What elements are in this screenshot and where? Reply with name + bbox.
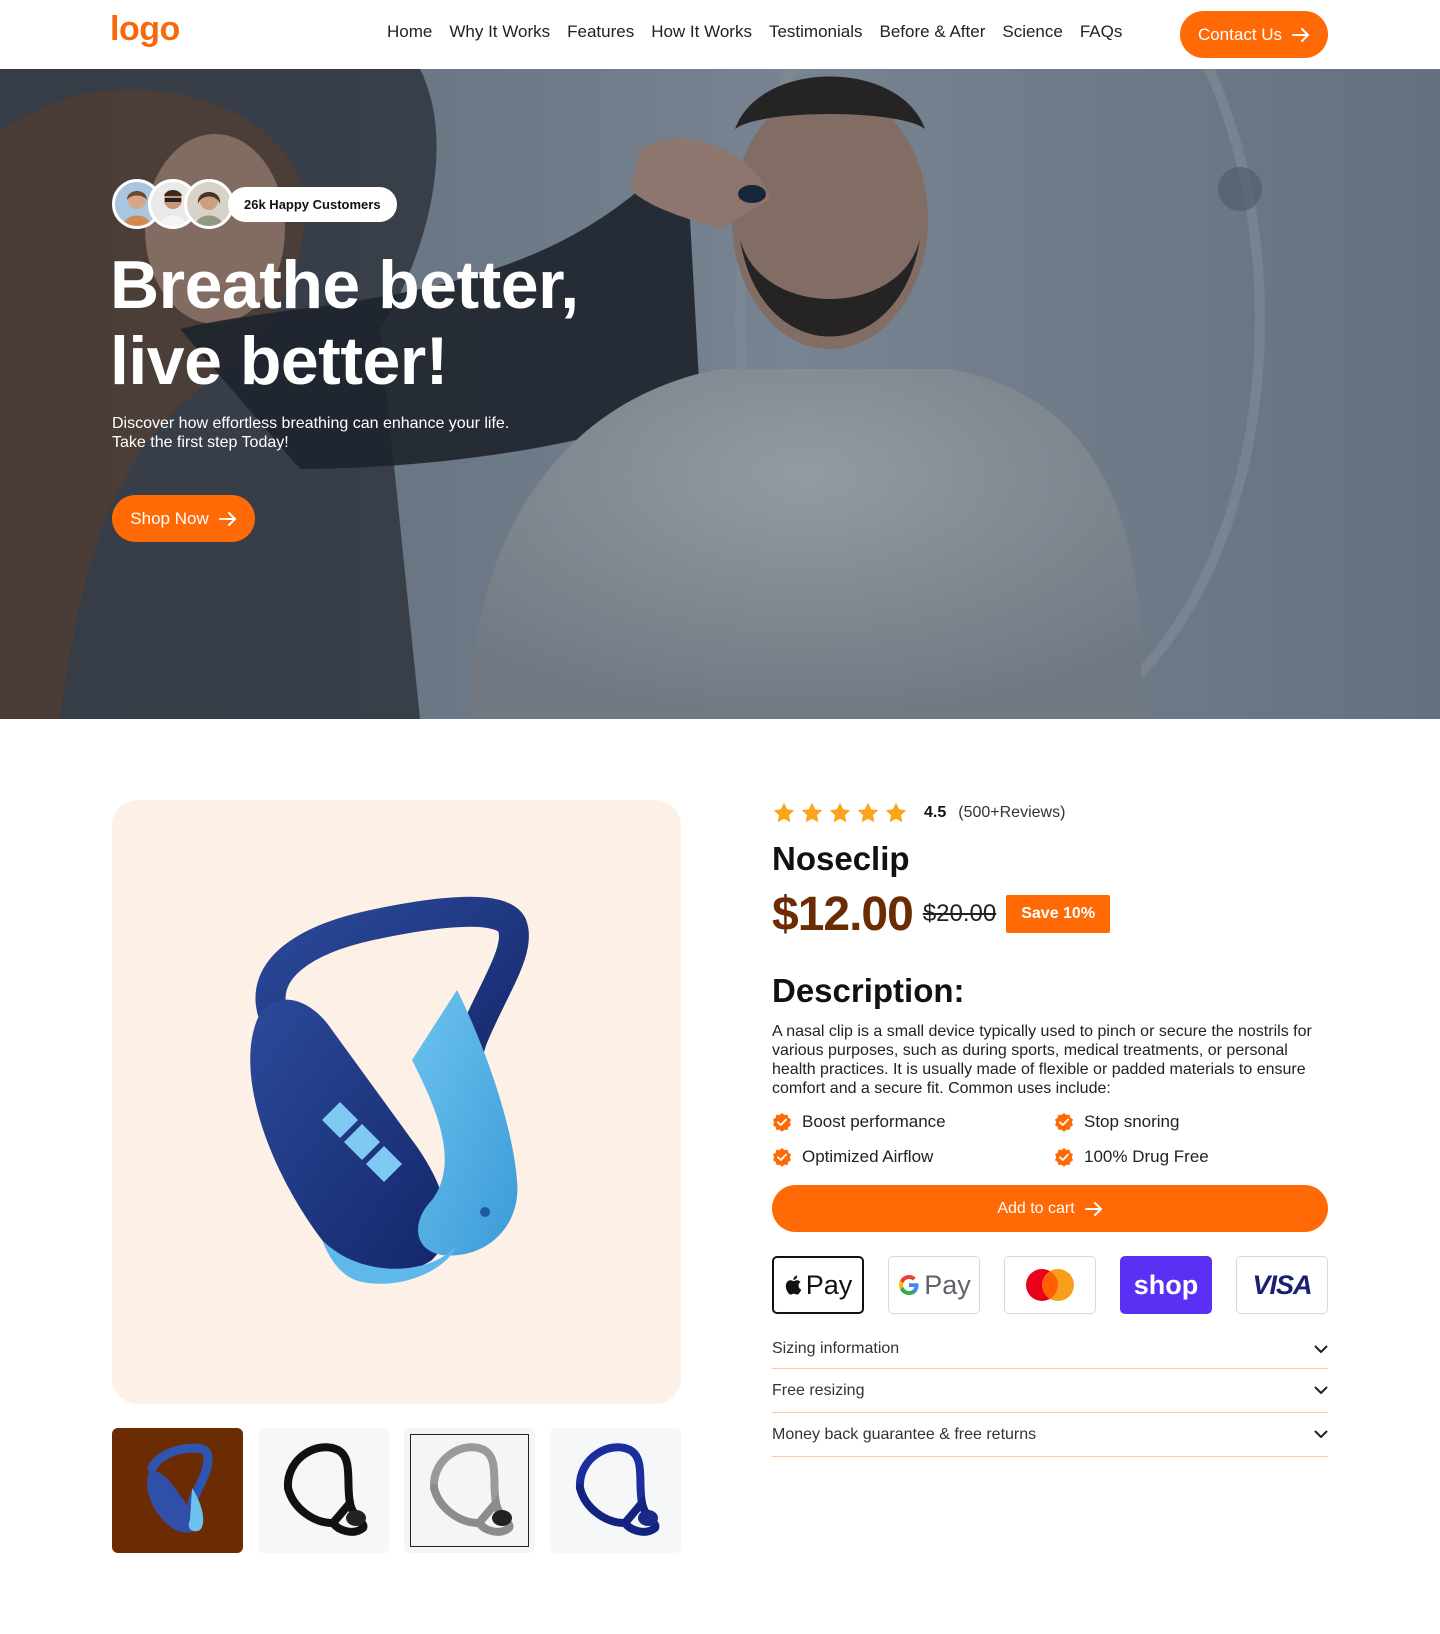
site-header: logo Home Why It Works Features How It W… [0,0,1440,69]
accordion-label: Money back guarantee & free returns [772,1425,1037,1443]
check-badge-icon [773,1113,791,1132]
contact-us-label: Contact Us [1197,24,1283,44]
mastercard-logo [1004,1256,1096,1314]
noseclip-thumbnail [147,1443,213,1533]
thumbnail-blue[interactable] [112,1428,243,1553]
payment-methods: Pay Pay shop VISA [772,1256,1328,1314]
check-badge-icon [1055,1148,1073,1167]
logo[interactable]: logo [110,10,180,49]
apple-pay-label: Pay [805,1269,853,1300]
star-icon [801,802,823,823]
check-badge-icon [1055,1113,1073,1132]
product-main-image [112,800,681,1404]
description-title: Description: [772,972,965,1009]
noseclip-thumbnail [429,1443,514,1536]
mastercard-icon [1026,1269,1074,1301]
hero-subtitle-line-2: Take the first step Today! [112,434,289,451]
apple-icon [785,1275,801,1295]
product-thumbnails [112,1428,681,1553]
nav-before-after[interactable]: Before & After [880,22,986,42]
google-g-icon [899,1275,919,1295]
arrow-right-icon [1084,1201,1102,1216]
shop-now-label: Shop Now [130,508,209,528]
star-icon [773,802,795,823]
thumbnail-grey[interactable] [404,1428,535,1553]
hero-title: Breathe better, live better! [110,247,730,399]
feature-list: Boost performance Stop snoring Optimized… [772,1112,1328,1167]
product-info: 4.5 (500+Reviews) Noseclip $12.00 $20.00… [772,798,1328,1457]
nav-why-it-works[interactable]: Why It Works [449,22,550,42]
thumbnail-black[interactable] [258,1428,389,1553]
description-text: A nasal clip is a small device typically… [772,1023,1312,1097]
noseclip-image [250,896,529,1284]
nav-science[interactable]: Science [1002,22,1062,42]
happy-customers-badge: 26k Happy Customers [228,186,397,222]
accordion-money-back-guarantee[interactable]: Money back guarantee & free returns [772,1413,1328,1457]
hero-subtitle-line-1: Discover how effortless breathing can en… [112,415,510,432]
google-pay-logo: Pay [888,1256,980,1314]
feature-item: Stop snoring [1054,1112,1328,1132]
accordion-sizing-information[interactable]: Sizing information [772,1340,1328,1369]
review-count[interactable]: (500+Reviews) [958,804,1065,822]
visa-logo: VISA [1236,1256,1328,1314]
check-badge-icon [773,1148,791,1167]
arrow-right-icon [1292,27,1310,42]
feature-label: 100% Drug Free [1084,1147,1209,1166]
main-nav: Home Why It Works Features How It Works … [387,22,1139,42]
rating-stars [772,801,912,825]
apple-pay-logo: Pay [772,1256,864,1314]
accordion-label: Free resizing [772,1381,865,1399]
shop-pay-logo: shop [1120,1256,1212,1314]
nav-home[interactable]: Home [387,22,432,42]
feature-item: Boost performance [772,1112,1054,1132]
noseclip-thumbnail [283,1443,368,1536]
arrow-right-icon [218,511,236,526]
product-name: Noseclip [772,840,910,877]
hero-subtitle: Discover how effortless breathing can en… [112,414,632,452]
noseclip-thumbnail [575,1443,660,1536]
feature-label: Stop snoring [1084,1112,1180,1131]
hero-section: 26k Happy Customers Breathe better, live… [0,69,1440,719]
save-badge: Save 10% [1006,895,1111,933]
feature-item: 100% Drug Free [1054,1147,1328,1167]
feature-label: Boost performance [802,1112,946,1131]
feature-label: Optimized Airflow [802,1147,934,1166]
contact-us-button[interactable]: Contact Us [1180,11,1328,58]
rating-value: 4.5 [924,804,947,821]
add-to-cart-label: Add to cart [997,1199,1075,1217]
info-accordion: Sizing information Free resizing Money b… [772,1340,1328,1457]
rating-row: 4.5 (500+Reviews) [772,798,1328,828]
nav-features[interactable]: Features [567,22,634,42]
customer-avatars: 26k Happy Customers [112,179,397,229]
accordion-free-resizing[interactable]: Free resizing [772,1369,1328,1413]
nav-testimonials[interactable]: Testimonials [769,22,863,42]
add-to-cart-button[interactable]: Add to cart [772,1185,1328,1232]
chevron-down-icon [1314,1386,1328,1394]
hero-title-line-1: Breathe better, [110,247,579,323]
star-icon [829,802,851,823]
price-row: $12.00 $20.00 Save 10% [772,886,1328,942]
current-price: $12.00 [772,887,914,941]
shop-now-button[interactable]: Shop Now [112,495,255,542]
thumbnail-navy[interactable] [550,1428,681,1553]
nav-how-it-works[interactable]: How It Works [651,22,752,42]
original-price: $20.00 [922,900,997,927]
accordion-label: Sizing information [772,1340,900,1357]
feature-item: Optimized Airflow [772,1147,1054,1167]
star-icon [885,802,907,823]
hero-title-line-2: live better! [110,323,448,399]
star-icon [857,802,879,823]
avatar [184,179,234,229]
nav-faqs[interactable]: FAQs [1080,22,1123,42]
chevron-down-icon [1314,1345,1328,1353]
google-pay-label: Pay [924,1269,971,1300]
chevron-down-icon [1314,1430,1328,1438]
visa-label: VISA [1252,1269,1312,1300]
